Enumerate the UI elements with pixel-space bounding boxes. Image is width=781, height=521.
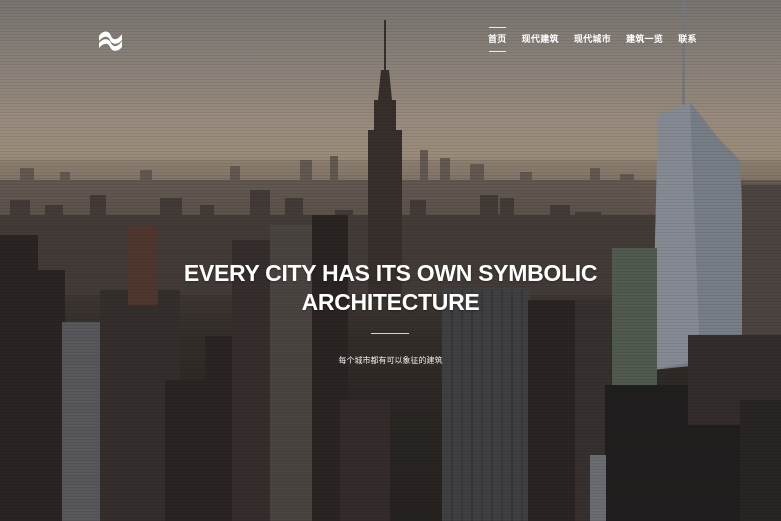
hero-title: EVERY CITY HAS ITS OWN SYMBOLIC ARCHITEC…: [0, 259, 781, 317]
nav-item-modern-architecture[interactable]: 现代建筑: [522, 34, 559, 46]
nav-item-home[interactable]: 首页: [488, 27, 507, 52]
nav-item-contact[interactable]: 联系: [678, 34, 697, 46]
hero-title-line-2: ARCHITECTURE: [301, 289, 480, 315]
main-nav: 首页 现代建筑 现代城市 建筑一览 联系: [488, 27, 712, 52]
hero-subtitle: 每个城市都有可以象征的建筑: [338, 356, 443, 365]
nav-item-architecture-overview[interactable]: 建筑一览: [626, 34, 663, 46]
hero-section: 首页 现代建筑 现代城市 建筑一览 联系 EVERY CITY HAS ITS …: [0, 0, 781, 521]
title-divider: [371, 333, 409, 334]
nav-item-modern-cities[interactable]: 现代城市: [574, 34, 611, 46]
hero-title-line-1: EVERY CITY HAS ITS OWN SYMBOLIC: [183, 260, 598, 286]
wave-logo-icon[interactable]: [97, 29, 124, 53]
